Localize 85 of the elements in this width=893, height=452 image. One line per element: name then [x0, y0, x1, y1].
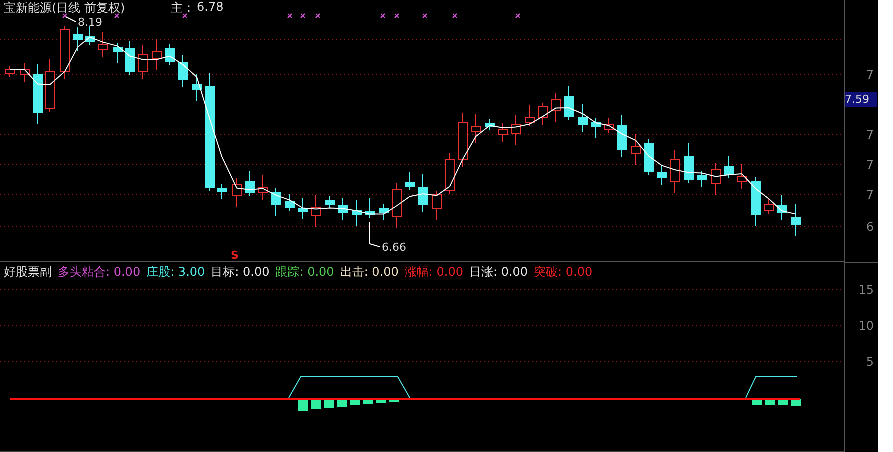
candlestick	[551, 92, 561, 122]
candlestick	[217, 184, 227, 200]
indicator-title: 好股票副	[4, 264, 52, 281]
low-price-label: 6.66	[382, 241, 406, 254]
axis-tick: 7	[866, 68, 874, 82]
candlestick	[98, 32, 108, 58]
candlestick	[258, 174, 268, 200]
candlestick	[178, 54, 188, 88]
candlestick	[232, 178, 242, 208]
leader-line	[370, 222, 380, 248]
axis-tick: 7	[866, 188, 874, 202]
candlestick	[777, 194, 787, 220]
candlestick	[578, 104, 588, 132]
candlestick	[617, 114, 627, 158]
candlestick	[5, 66, 15, 78]
candlestick	[511, 114, 521, 146]
current-price-label: 7.59	[845, 92, 878, 107]
high-price-label: 8.19	[78, 16, 102, 29]
candlestick	[311, 194, 321, 228]
candlestick	[432, 190, 442, 220]
candlestick	[271, 188, 281, 216]
candlestick	[338, 198, 348, 220]
candlestick	[325, 196, 335, 208]
candlestick	[85, 26, 95, 46]
candlestick	[538, 102, 548, 126]
candlestick	[113, 42, 123, 64]
candlestick	[564, 86, 574, 120]
candlestick	[365, 198, 375, 218]
candlestick	[670, 150, 680, 194]
candlestick	[20, 62, 30, 82]
candlestick	[379, 204, 389, 220]
indicator-value: 6.78	[197, 0, 224, 16]
candlestick	[724, 156, 734, 178]
candlestick	[138, 44, 148, 80]
axis-tick: 15	[858, 283, 874, 297]
candlestick	[33, 64, 43, 124]
candlestick	[764, 198, 774, 214]
candlestick	[697, 170, 707, 188]
leader-line	[66, 16, 76, 22]
axis-tick: 5	[866, 355, 874, 369]
legend-item: 目标: 0.00	[211, 264, 270, 281]
candlestick	[73, 26, 83, 52]
candlestick	[152, 38, 162, 70]
legend-item: 突破: 0.00	[534, 264, 593, 281]
candlestick	[392, 182, 402, 228]
candlestick	[711, 162, 721, 196]
candlestick	[405, 172, 415, 190]
legend-item: 涨幅: 0.00	[404, 264, 464, 281]
candlestick	[285, 194, 295, 212]
candlestick	[644, 138, 654, 176]
axis-tick: 6	[866, 220, 874, 234]
axis-tick: 10	[858, 319, 874, 333]
sell-signal-marker: S	[231, 249, 239, 262]
candlestick	[192, 74, 202, 102]
candlestick	[352, 200, 362, 226]
axis-tick: 7	[866, 158, 874, 172]
candlestick	[485, 118, 495, 130]
candlestick	[498, 122, 508, 142]
candlestick	[45, 58, 55, 112]
candlestick	[791, 204, 801, 236]
candlestick	[165, 44, 175, 66]
candlestick	[737, 164, 747, 190]
legend-item: 庄股: 3.00	[146, 264, 206, 281]
candlestick	[298, 198, 308, 220]
candlestick	[245, 170, 255, 196]
legend-item: 跟踪: 0.00	[276, 264, 334, 281]
candlestick	[458, 112, 468, 168]
legend-item: 多头粘合: 0.00	[58, 264, 141, 281]
axis-tick: 7	[866, 128, 874, 142]
legend-item: 日涨: 0.00	[469, 264, 528, 281]
candlestick	[751, 176, 761, 226]
candlestick	[525, 104, 535, 126]
legend-item: 出击: 0.00	[340, 264, 399, 281]
candlestick	[418, 174, 428, 212]
candlestick	[471, 114, 481, 144]
candlestick	[684, 142, 694, 184]
indicator-name: 主 :	[171, 0, 192, 17]
candlestick	[445, 152, 455, 194]
candlestick	[591, 118, 601, 138]
candlestick	[604, 118, 614, 134]
candlestick	[631, 134, 641, 166]
candlestick	[125, 40, 135, 76]
candlestick	[60, 26, 70, 80]
stock-title: 宝新能源(日线 前复权)	[4, 0, 126, 17]
candlestick	[657, 164, 667, 186]
